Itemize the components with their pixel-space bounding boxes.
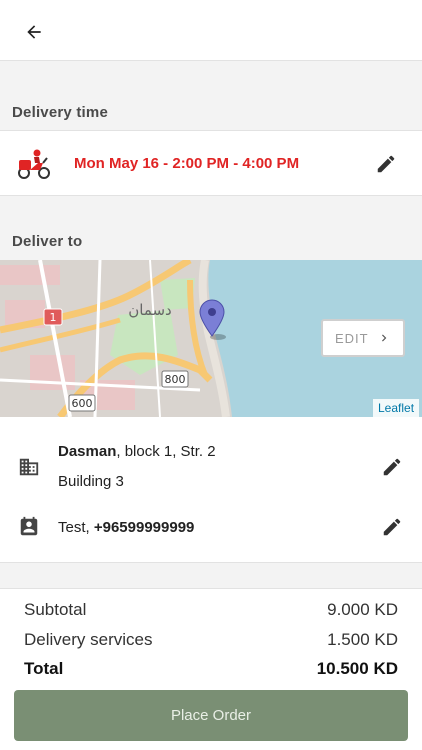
delivery-scooter-icon xyxy=(16,146,52,182)
contact-line: Test, +96599999999 xyxy=(58,519,194,536)
building-icon xyxy=(17,455,41,479)
subtotal-label: Subtotal xyxy=(24,600,87,619)
total-row: Total 10.500 KD xyxy=(24,659,398,679)
edit-contact-button[interactable] xyxy=(379,514,405,540)
address-details: , block 1, Str. 2 xyxy=(116,443,216,460)
delivery-time-value: Mon May 16 - 2:00 PM - 4:00 PM xyxy=(74,155,300,172)
address-card: Dasman, block 1, Str. 2 Building 3 Test,… xyxy=(0,417,422,563)
back-button[interactable] xyxy=(20,18,48,46)
pencil-icon xyxy=(383,458,401,476)
map-edit-label: EDIT xyxy=(335,330,369,346)
total-value: 10.500 KD xyxy=(316,659,398,678)
contact-name: Test, xyxy=(58,519,94,536)
arrow-left-icon xyxy=(27,25,41,39)
map-edit-button[interactable]: EDIT xyxy=(321,319,405,357)
contact-card-icon xyxy=(17,515,41,539)
total-label: Total xyxy=(24,659,64,678)
delivery-time-row[interactable]: Mon May 16 - 2:00 PM - 4:00 PM xyxy=(0,130,422,196)
edit-address-button[interactable] xyxy=(379,454,405,480)
address-line: Dasman, block 1, Str. 2 xyxy=(58,443,216,460)
address-area: Dasman xyxy=(58,443,117,460)
map-road-600: 600 xyxy=(72,397,93,410)
pencil-icon xyxy=(383,518,401,536)
contact-phone: +96599999999 xyxy=(93,519,195,536)
delivery-fee-label: Delivery services xyxy=(24,630,153,649)
map-road-800: 800 xyxy=(165,373,186,386)
place-order-button[interactable]: Place Order xyxy=(14,690,408,741)
delivery-fee-value: 1.500 KD xyxy=(327,630,398,649)
delivery-fee-row: Delivery services 1.500 KD xyxy=(24,630,398,650)
deliver-to-heading: Deliver to xyxy=(12,233,83,250)
delivery-time-heading: Delivery time xyxy=(12,104,108,121)
map-attribution[interactable]: Leaflet xyxy=(373,399,420,417)
pencil-icon xyxy=(377,155,395,173)
map-district-label: دسمان xyxy=(128,301,172,319)
address-building: Building 3 xyxy=(58,473,124,490)
top-bar xyxy=(0,0,422,61)
subtotal-value: 9.000 KD xyxy=(327,600,398,619)
subtotal-row: Subtotal 9.000 KD xyxy=(24,600,398,620)
chevron-right-icon xyxy=(382,334,387,342)
map-road-1: 1 xyxy=(50,311,57,324)
edit-delivery-time-button[interactable] xyxy=(373,151,399,177)
